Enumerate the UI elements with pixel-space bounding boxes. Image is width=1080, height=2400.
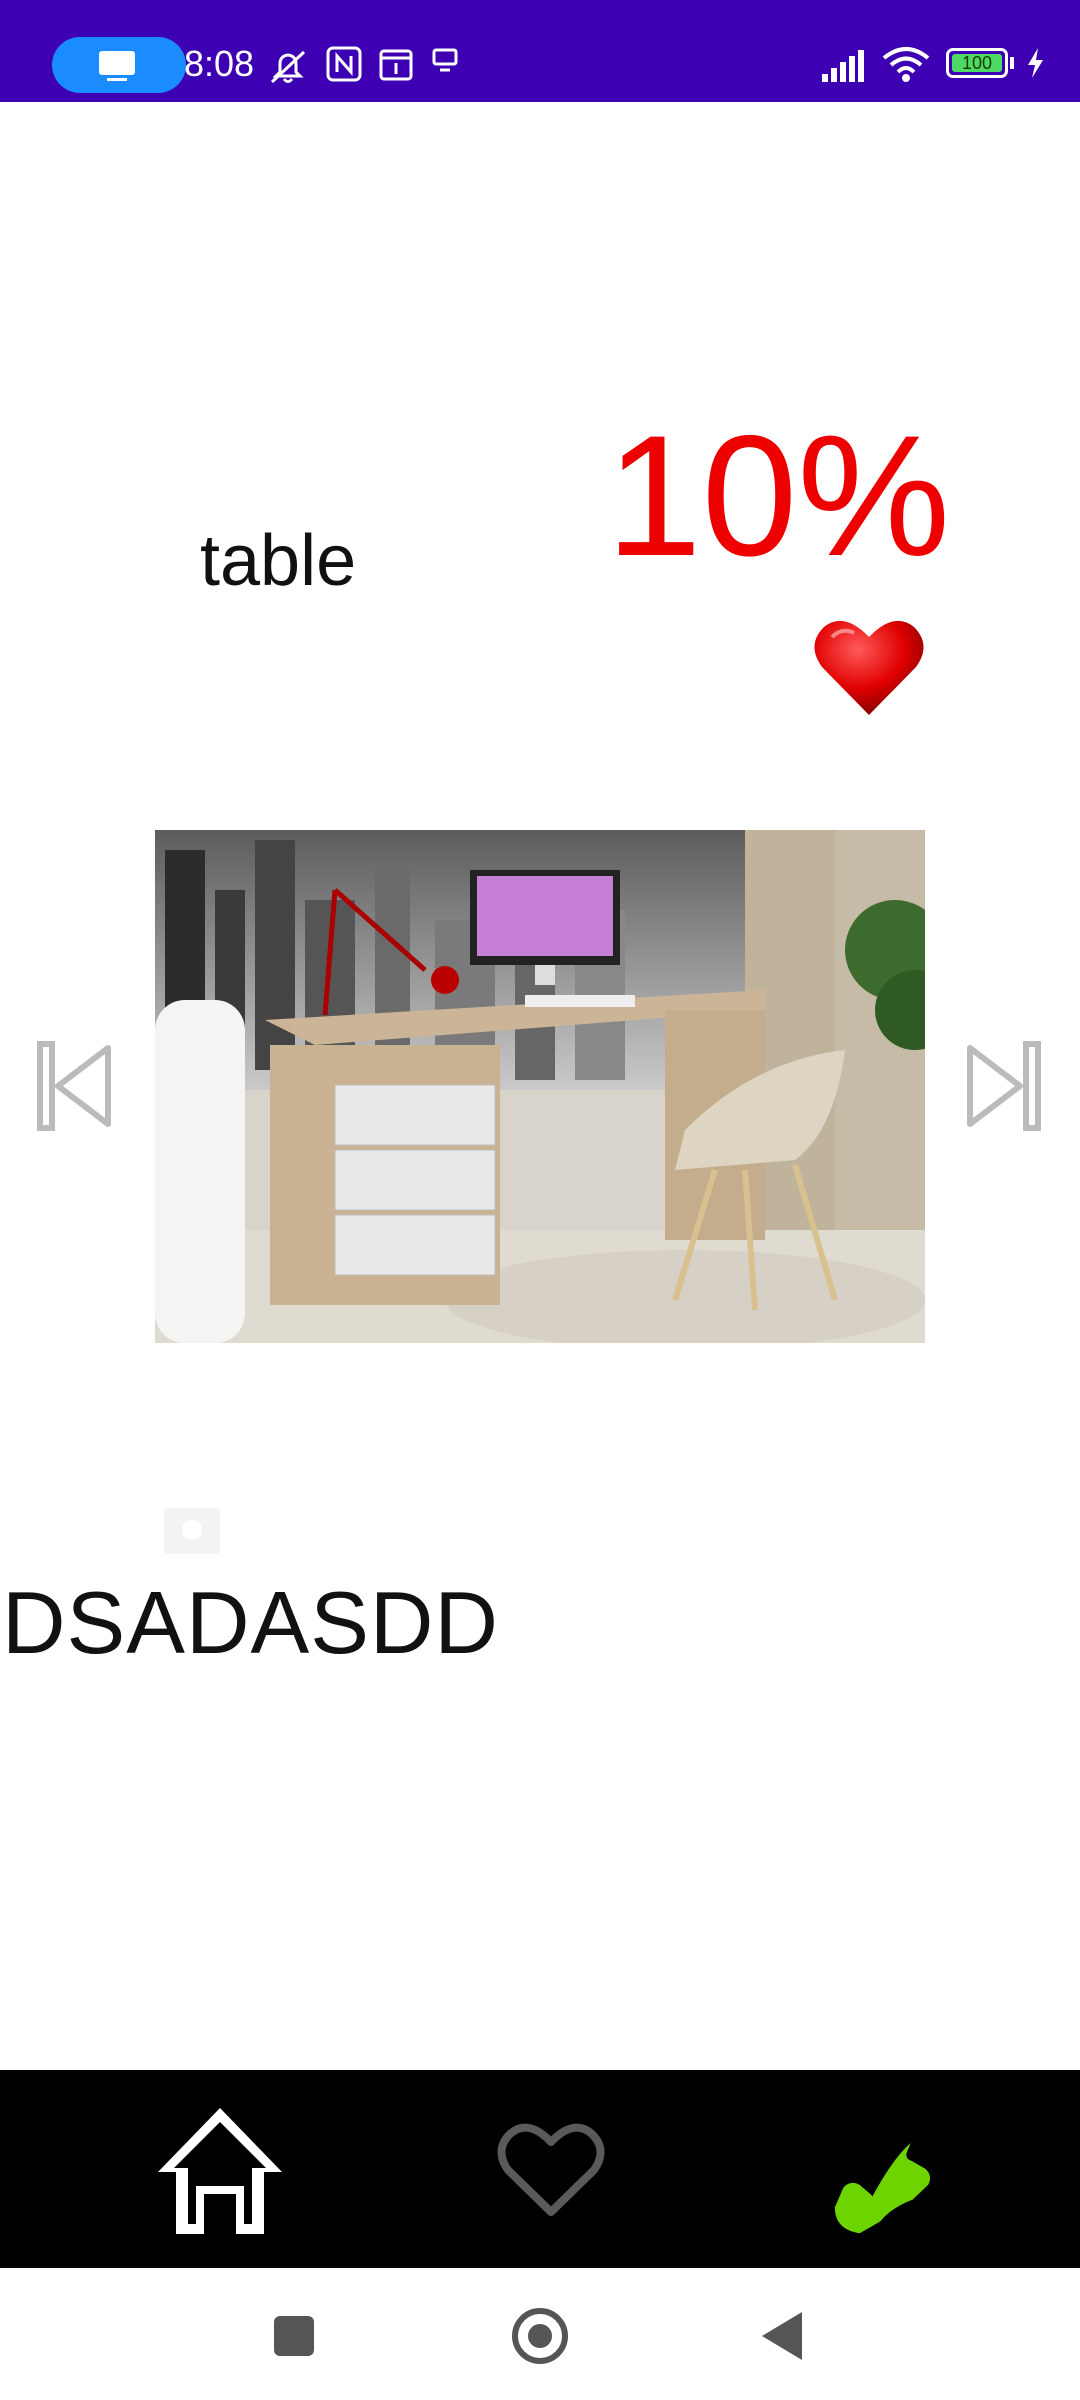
battery-icon: 100 [946, 48, 1008, 78]
system-icons: 100 [820, 40, 1080, 90]
favorite-heart-icon[interactable] [812, 615, 926, 719]
previous-button[interactable] [36, 1040, 116, 1132]
next-button[interactable] [962, 1040, 1042, 1132]
wifi-icon [882, 47, 930, 82]
charging-icon [1028, 48, 1043, 78]
system-navigation-bar [0, 2268, 1080, 2400]
thumbnail-placeholder [164, 1508, 220, 1554]
home-button[interactable] [512, 2308, 568, 2364]
signal-icon [822, 50, 864, 82]
mute-notifications-icon [270, 50, 306, 84]
recents-button[interactable] [274, 2316, 314, 2356]
home-icon[interactable] [150, 2100, 290, 2240]
cast-indicator[interactable] [52, 37, 186, 93]
favorites-icon[interactable] [496, 2120, 606, 2220]
battery-tip [1010, 57, 1014, 69]
cast-icon [99, 51, 135, 81]
status-bar: 8:08 100 [0, 0, 1080, 102]
discount-label: 10% [606, 400, 951, 592]
back-button[interactable] [762, 2312, 802, 2360]
screen-icon [432, 48, 458, 72]
bottom-navigation [0, 2070, 1080, 2268]
product-description: DSADASDD [2, 1573, 499, 1672]
nfc-icon [326, 46, 362, 82]
calendar-icon [379, 49, 413, 81]
battery-level: 100 [961, 53, 993, 73]
desk-photo [155, 830, 925, 1343]
call-icon[interactable] [820, 2110, 950, 2240]
product-image [155, 830, 925, 1343]
status-time: 8:08 [184, 43, 255, 84]
product-title: table [200, 521, 357, 601]
